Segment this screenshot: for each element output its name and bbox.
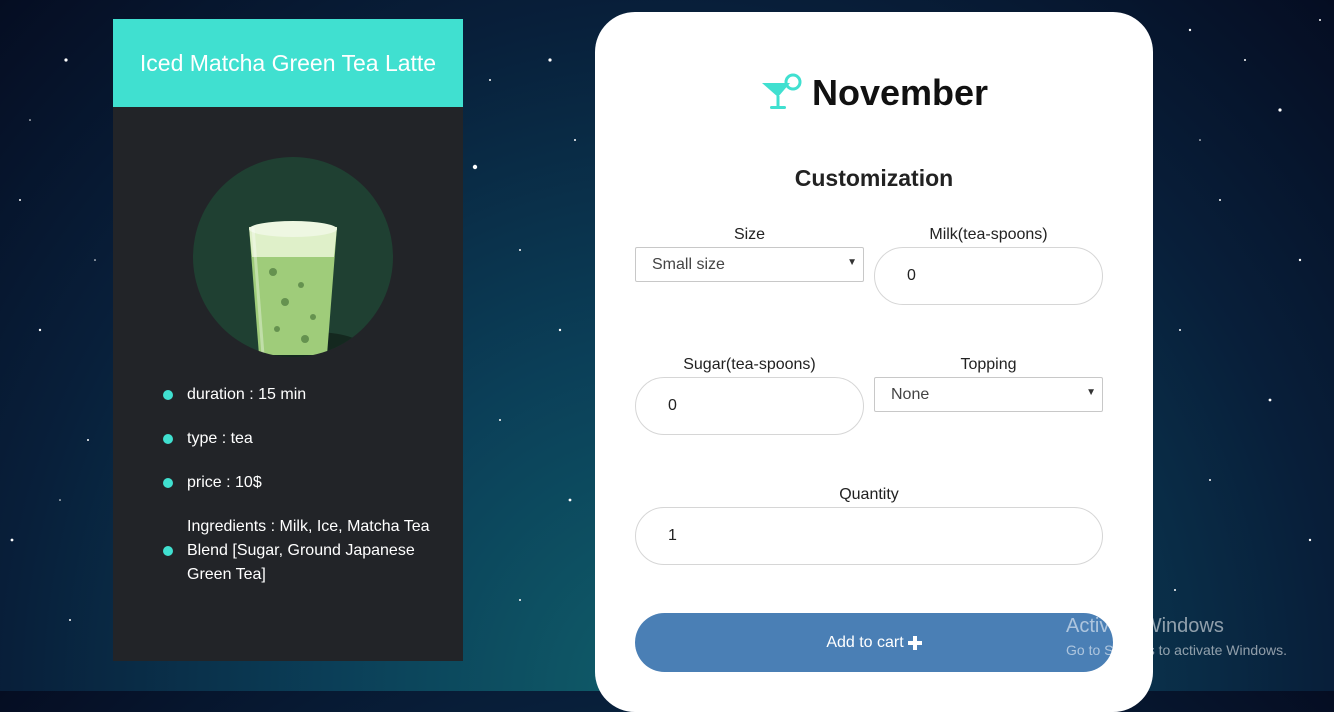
- detail-ingredients: Ingredients : Milk, Ice, Matcha Tea Blen…: [163, 515, 463, 587]
- sugar-label: Sugar(tea-spoons): [683, 356, 816, 373]
- cocktail-icon: [761, 73, 802, 109]
- detail-duration: duration : 15 min: [163, 383, 463, 407]
- bullet-dot: [163, 478, 173, 488]
- detail-type: type : tea: [163, 427, 463, 451]
- chevron-down-icon: ▼: [847, 257, 857, 268]
- brand-logo: November: [595, 72, 1153, 114]
- quantity-label: Quantity: [839, 486, 899, 503]
- size-select[interactable]: Small size ▼: [635, 247, 864, 282]
- customization-panel: November Customization Size Small size ▼…: [595, 12, 1153, 712]
- product-card: Iced Matcha Green Tea Latte duration : 1…: [113, 19, 463, 661]
- customization-title: Customization: [794, 165, 954, 191]
- topping-select[interactable]: None ▼: [874, 377, 1103, 412]
- chevron-down-icon: ▼: [1086, 387, 1096, 398]
- bullet-dot: [163, 546, 173, 556]
- plus-icon: [907, 635, 922, 650]
- product-title: Iced Matcha Green Tea Latte: [139, 49, 437, 76]
- add-to-cart-button[interactable]: Add to cart: [635, 613, 1113, 672]
- topping-label: Topping: [960, 356, 1017, 373]
- product-details-list: duration : 15 min type : tea price : 10$…: [163, 383, 463, 607]
- brand-name: November: [811, 72, 989, 113]
- sugar-input[interactable]: 0: [635, 377, 864, 435]
- size-label: Size: [733, 226, 766, 243]
- bullet-dot: [163, 434, 173, 444]
- quantity-input[interactable]: 1: [635, 507, 1103, 565]
- milk-input[interactable]: 0: [874, 247, 1103, 305]
- windows-activation-watermark: Activate Windows Go to Settings to activ…: [1066, 615, 1287, 658]
- product-image: [193, 157, 393, 357]
- milk-label: Milk(tea-spoons): [929, 226, 1048, 243]
- bullet-dot: [163, 390, 173, 400]
- product-card-header: Iced Matcha Green Tea Latte: [113, 19, 463, 107]
- detail-price: price : 10$: [163, 471, 463, 495]
